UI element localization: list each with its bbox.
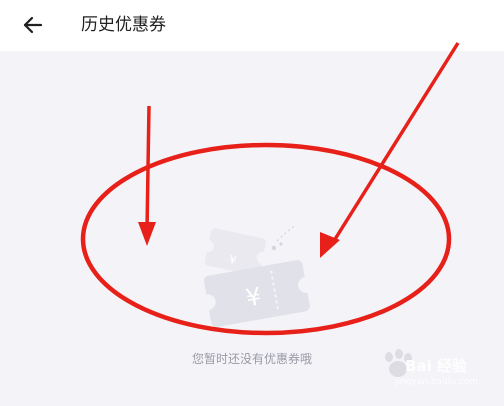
watermark-text: Bai 经验 [405, 357, 467, 375]
watermark-subtext: jingyan.baidu.com [395, 377, 479, 387]
arrow-left-icon [23, 16, 43, 34]
back-button[interactable] [18, 11, 48, 41]
sparkle-dots [276, 224, 297, 242]
coupon-illustration: ¥ ¥ [199, 224, 315, 328]
top-bar: 历史优惠券 [0, 0, 504, 51]
page-title: 历史优惠券 [81, 15, 166, 35]
